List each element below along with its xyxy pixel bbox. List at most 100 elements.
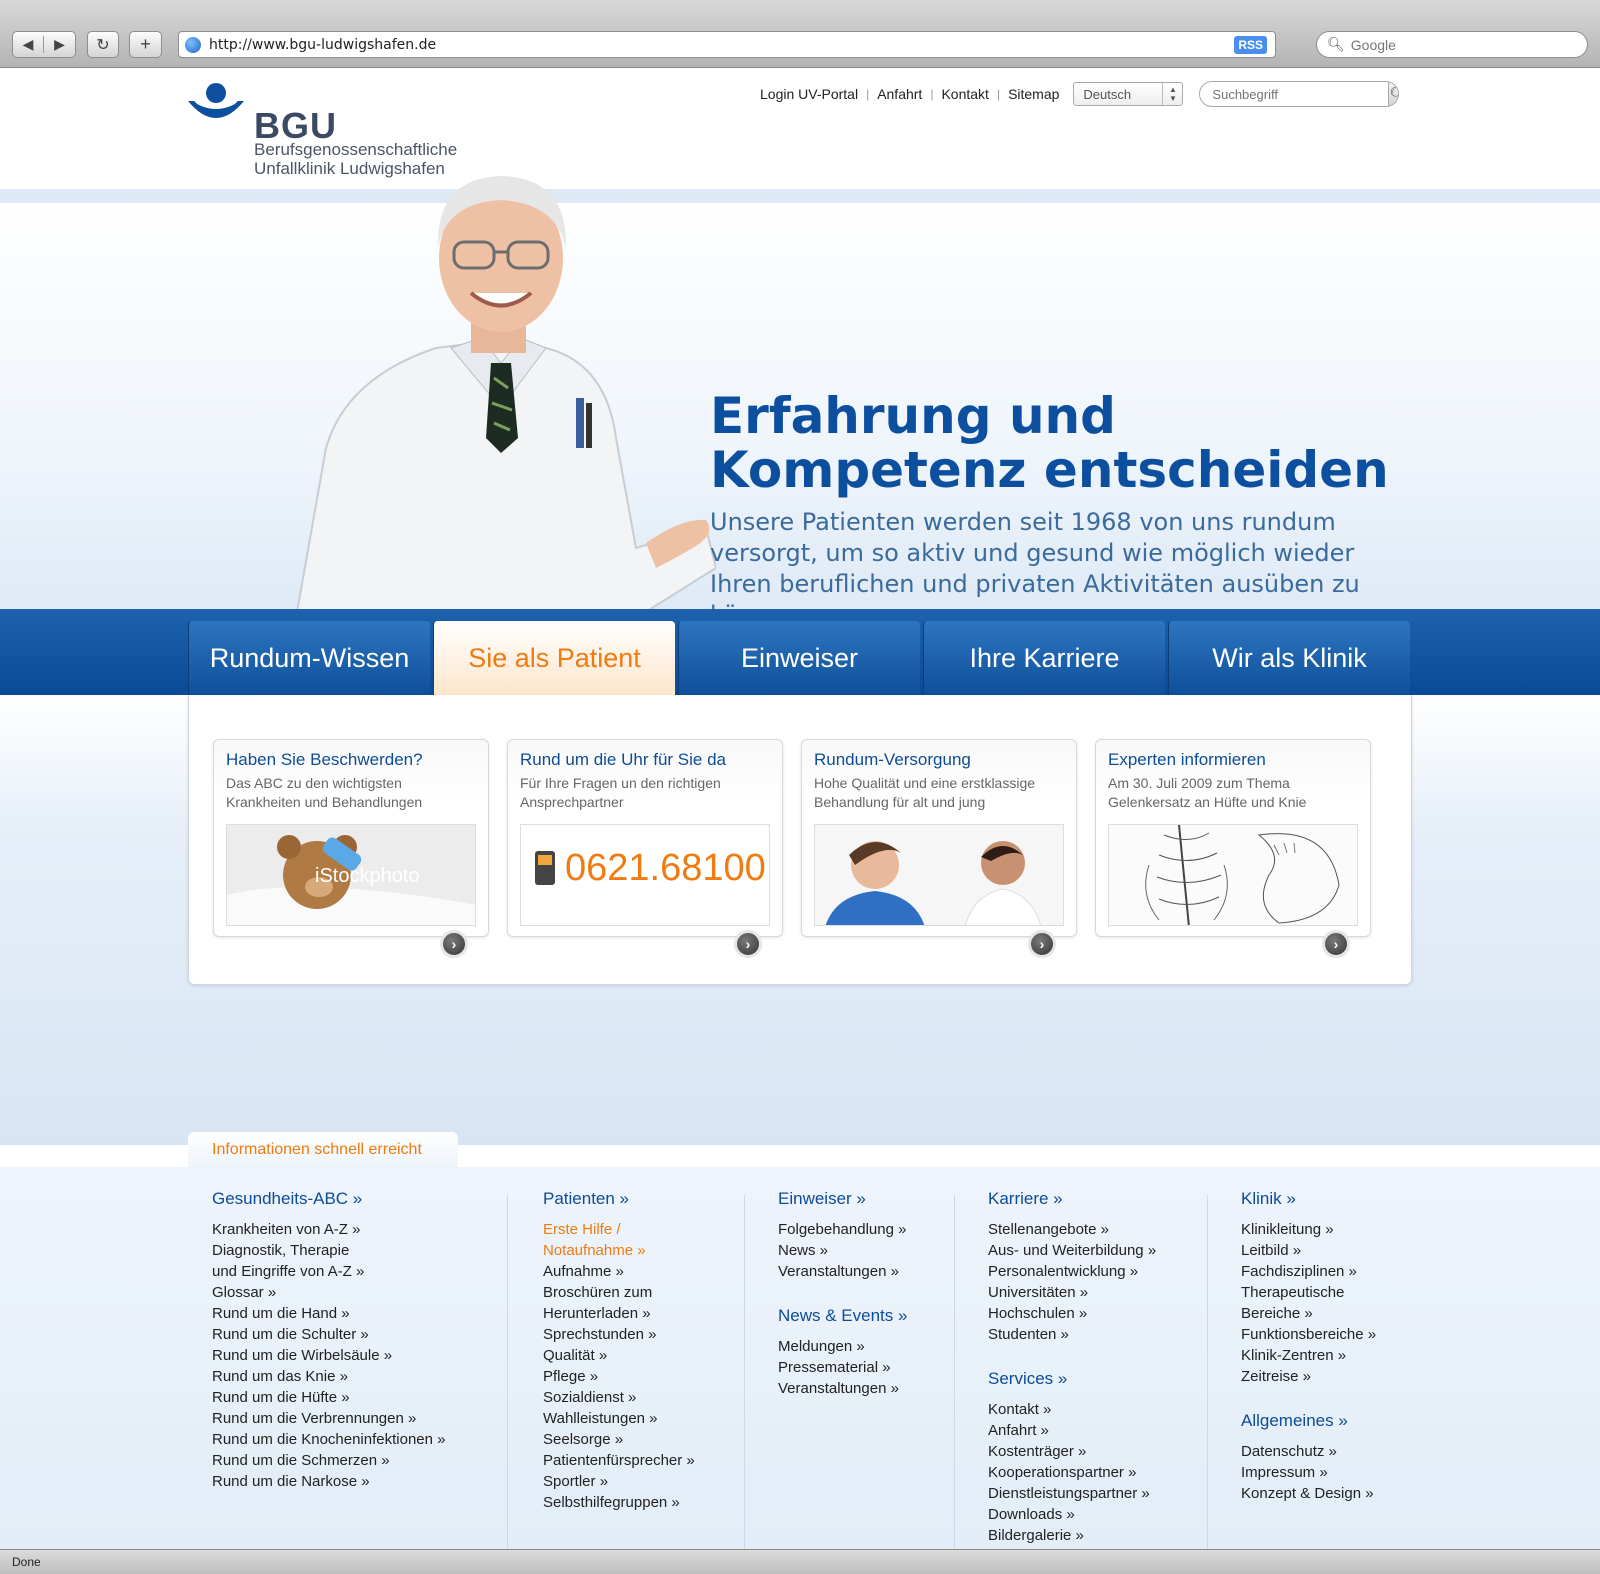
footer-link[interactable]: Meldungen » <box>778 1336 907 1357</box>
footer-link[interactable]: Downloads » <box>988 1504 1156 1525</box>
footer-link[interactable]: Rund um das Knie » <box>212 1366 446 1387</box>
back-arrow-icon[interactable]: ◀ <box>13 36 44 53</box>
teaser-card-rundum-versorgung[interactable]: Rundum-Versorgung Hohe Qualität und eine… <box>801 739 1077 958</box>
card-arrow-icon[interactable]: › <box>734 930 762 958</box>
footer-link[interactable]: Pflege » <box>543 1366 695 1387</box>
footer-link[interactable]: Folgebehandlung » <box>778 1219 907 1240</box>
forward-arrow-icon[interactable]: ▶ <box>44 36 75 53</box>
topnav-anfahrt[interactable]: Anfahrt <box>877 86 922 102</box>
card-title[interactable]: Experten informieren <box>1108 750 1266 770</box>
footer-link[interactable]: Anfahrt » <box>988 1420 1156 1441</box>
footer-link[interactable]: Rund um die Verbrennungen » <box>212 1408 446 1429</box>
footer-link[interactable]: Konzept & Design » <box>1241 1483 1376 1504</box>
footer-link[interactable]: Rund um die Wirbelsäule » <box>212 1345 446 1366</box>
search-button[interactable]: 🔍︎ <box>1388 82 1399 106</box>
browser-search-input[interactable] <box>1350 36 1571 53</box>
footer-link[interactable]: Datenschutz » <box>1241 1441 1376 1462</box>
footer-link[interactable]: Sportler » <box>543 1471 695 1492</box>
browser-search-field[interactable]: 🔍︎ <box>1316 31 1588 58</box>
footer-link[interactable]: Rund um die Schmerzen » <box>212 1450 446 1471</box>
card-arrow-icon[interactable]: › <box>440 930 468 958</box>
footer-heading[interactable]: Klinik » <box>1241 1189 1376 1209</box>
tab-wir-als-klinik[interactable]: Wir als Klinik <box>1168 621 1410 695</box>
footer-link[interactable]: Krankheiten von A-Z » <box>212 1219 446 1240</box>
footer-link[interactable]: Veranstaltungen » <box>778 1261 907 1282</box>
footer-link[interactable]: Rund um die Hand » <box>212 1303 446 1324</box>
footer-link-erste-hilfe[interactable]: Erste Hilfe / <box>543 1219 695 1240</box>
language-select[interactable]: Deutsch ▲ ▼ <box>1073 82 1184 106</box>
footer-heading[interactable]: Patienten » <box>543 1189 695 1209</box>
footer-link[interactable]: Aus- und Weiterbildung » <box>988 1240 1156 1261</box>
topnav-sitemap[interactable]: Sitemap <box>1008 86 1059 102</box>
tab-ihre-karriere[interactable]: Ihre Karriere <box>923 621 1165 695</box>
footer-link[interactable]: Hochschulen » <box>988 1303 1156 1324</box>
tab-rundum-wissen[interactable]: Rundum-Wissen <box>188 621 430 695</box>
card-arrow-icon[interactable]: › <box>1028 930 1056 958</box>
footer-link[interactable]: Pressematerial » <box>778 1357 907 1378</box>
footer-link[interactable]: Therapeutische <box>1241 1282 1376 1303</box>
bgu-logo-icon <box>188 83 244 118</box>
footer-link[interactable]: Qualität » <box>543 1345 695 1366</box>
teaser-card-rund-um-die-uhr[interactable]: Rund um die Uhr für Sie da Für Ihre Frag… <box>507 739 783 958</box>
footer-link[interactable]: Seelsorge » <box>543 1429 695 1450</box>
footer-link[interactable]: Studenten » <box>988 1324 1156 1345</box>
teaser-card-beschwerden[interactable]: Haben Sie Beschwerden? Das ABC zu den wi… <box>213 739 489 958</box>
topnav-kontakt[interactable]: Kontakt <box>941 86 988 102</box>
footer-link[interactable]: Rund um die Hüfte » <box>212 1387 446 1408</box>
footer-heading[interactable]: News & Events » <box>778 1306 907 1326</box>
footer-link[interactable]: und Eingriffe von A-Z » <box>212 1261 446 1282</box>
footer-link[interactable]: Wahlleistungen » <box>543 1408 695 1429</box>
footer-link[interactable]: Kontakt » <box>988 1399 1156 1420</box>
footer-link[interactable]: Bildergalerie » <box>988 1525 1156 1546</box>
footer-link[interactable]: Dienstleistungspartner » <box>988 1483 1156 1504</box>
card-title[interactable]: Rund um die Uhr für Sie da <box>520 750 726 770</box>
footer-link[interactable]: Kostenträger » <box>988 1441 1156 1462</box>
card-title[interactable]: Rundum-Versorgung <box>814 750 971 770</box>
footer-link[interactable]: Broschüren zum <box>543 1282 695 1303</box>
footer-link[interactable]: Klinik-Zentren » <box>1241 1345 1376 1366</box>
footer-link-notaufnahme[interactable]: Notaufnahme » <box>543 1240 695 1261</box>
footer-link[interactable]: Stellenangebote » <box>988 1219 1156 1240</box>
footer-heading[interactable]: Gesundheits-ABC » <box>212 1189 446 1209</box>
site-search-input[interactable] <box>1200 86 1389 102</box>
footer-link[interactable]: Funktionsbereiche » <box>1241 1324 1376 1345</box>
footer-link[interactable]: Herunterladen » <box>543 1303 695 1324</box>
footer-heading[interactable]: Einweiser » <box>778 1189 907 1209</box>
footer-link[interactable]: Kooperationspartner » <box>988 1462 1156 1483</box>
footer-heading[interactable]: Karriere » <box>988 1189 1156 1209</box>
footer-link[interactable]: Glossar » <box>212 1282 446 1303</box>
tab-einweiser[interactable]: Einweiser <box>678 621 920 695</box>
footer-link[interactable]: Zeitreise » <box>1241 1366 1376 1387</box>
footer-link[interactable]: Leitbild » <box>1241 1240 1376 1261</box>
footer-link[interactable]: Selbsthilfegruppen » <box>543 1492 695 1513</box>
footer-heading[interactable]: Allgemeines » <box>1241 1411 1376 1431</box>
footer-link[interactable]: Klinikleitung » <box>1241 1219 1376 1240</box>
footer-link[interactable]: News » <box>778 1240 907 1261</box>
topnav-login[interactable]: Login UV-Portal <box>760 86 858 102</box>
footer-link[interactable]: Sozialdienst » <box>543 1387 695 1408</box>
teaser-card-experten[interactable]: Experten informieren Am 30. Juli 2009 zu… <box>1095 739 1371 958</box>
footer-link[interactable]: Personalentwicklung » <box>988 1261 1156 1282</box>
footer-link[interactable]: Impressum » <box>1241 1462 1376 1483</box>
footer-link[interactable]: Fachdisziplinen » <box>1241 1261 1376 1282</box>
add-bookmark-icon[interactable]: + <box>129 31 162 58</box>
footer-link[interactable]: Rund um die Knocheninfektionen » <box>212 1429 446 1450</box>
footer-link[interactable]: Bereiche » <box>1241 1303 1376 1324</box>
tab-sie-als-patient[interactable]: Sie als Patient <box>433 621 675 695</box>
address-bar[interactable]: http://www.bgu-ludwigshafen.de RSS <box>178 31 1276 58</box>
reload-icon[interactable]: ↻ <box>87 31 119 58</box>
card-arrow-icon[interactable]: › <box>1322 930 1350 958</box>
footer-heading[interactable]: Services » <box>988 1369 1156 1389</box>
footer-sitemap: Gesundheits-ABC » Krankheiten von A-Z » … <box>0 1167 1600 1549</box>
footer-link[interactable]: Rund um die Narkose » <box>212 1471 446 1492</box>
rss-button[interactable]: RSS <box>1234 35 1267 54</box>
footer-link[interactable]: Rund um die Schulter » <box>212 1324 446 1345</box>
url-text[interactable]: http://www.bgu-ludwigshafen.de <box>209 37 1234 53</box>
footer-link[interactable]: Patientenfürsprecher » <box>543 1450 695 1471</box>
footer-link[interactable]: Aufnahme » <box>543 1261 695 1282</box>
footer-link[interactable]: Sprechstunden » <box>543 1324 695 1345</box>
footer-link[interactable]: Diagnostik, Therapie <box>212 1240 446 1261</box>
footer-link[interactable]: Veranstaltungen » <box>778 1378 907 1399</box>
footer-link[interactable]: Universitäten » <box>988 1282 1156 1303</box>
card-title[interactable]: Haben Sie Beschwerden? <box>226 750 423 770</box>
